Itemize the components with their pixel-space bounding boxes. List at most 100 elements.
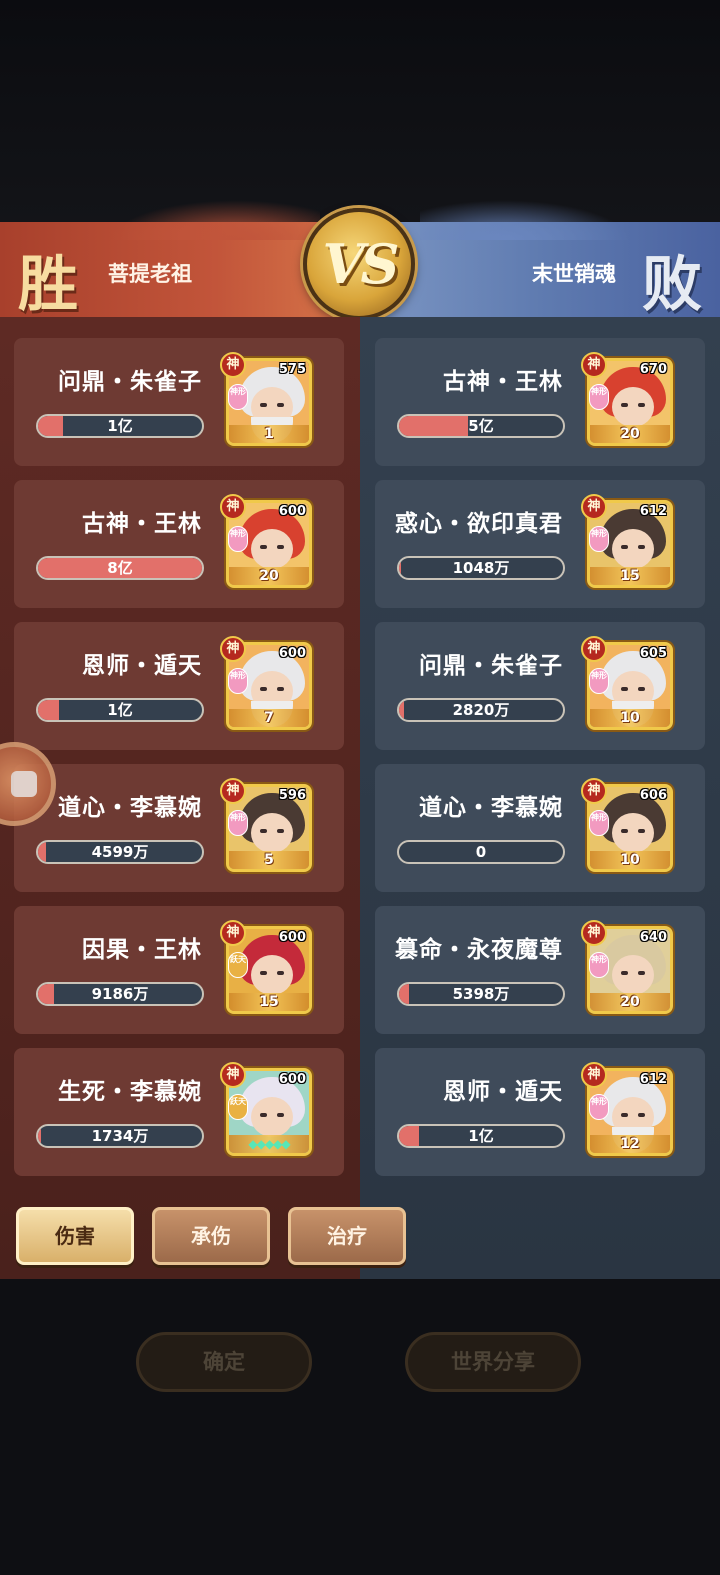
stat-value: 8亿	[107, 559, 133, 577]
god-badge-icon: 神	[220, 352, 246, 378]
hero-face	[251, 955, 293, 995]
hero-eye	[621, 403, 628, 407]
hero-star-rank: 5	[264, 852, 274, 868]
hero-name: 古神・王林	[443, 369, 563, 395]
form-badge: 跃天	[228, 1094, 248, 1120]
top-background	[0, 0, 720, 225]
hero-name: 道心・李慕婉	[58, 795, 202, 821]
hero-card[interactable]: 恩师・遁天 1亿 612 12 神 神形	[375, 1048, 705, 1176]
hero-card[interactable]: 问鼎・朱雀子 1亿 575 1 神 神形	[14, 338, 344, 466]
stat-bar: 4599万	[36, 840, 204, 864]
hero-star-rank: 15	[259, 994, 279, 1010]
god-badge-icon: 神	[581, 494, 607, 520]
hero-card[interactable]: 篡命・永夜魔尊 5398万 640 20 神 神形	[375, 906, 705, 1034]
form-badge: 神形	[589, 952, 609, 978]
god-badge-icon: 神	[581, 1062, 607, 1088]
stat-value: 5398万	[452, 985, 510, 1003]
form-badge: 神形	[228, 810, 248, 836]
result-banner: 胜 菩提老祖 末世销魂 败 VS	[0, 200, 720, 320]
hero-level: 600	[278, 504, 306, 519]
stat-bar: 1亿	[36, 698, 204, 722]
hero-name: 生死・李慕婉	[58, 1079, 202, 1105]
hero-eye	[277, 829, 284, 833]
stat-value: 1亿	[107, 417, 133, 435]
hero-card[interactable]: 惑心・欲印真君 1048万 612 15 神 神形	[375, 480, 705, 608]
hero-eye	[277, 1113, 284, 1117]
hero-name: 问鼎・朱雀子	[419, 653, 563, 679]
hero-star-rank: 1	[264, 426, 274, 442]
stat-value: 5亿	[468, 417, 494, 435]
hero-face	[612, 387, 654, 427]
god-badge-icon: 神	[220, 778, 246, 804]
hero-name: 道心・李慕婉	[419, 795, 563, 821]
hero-face	[251, 529, 293, 569]
hero-eye	[638, 545, 645, 549]
god-badge-icon: 神	[581, 352, 607, 378]
hero-card[interactable]: 生死・李慕婉 1734万 600 ◆◆◆◆◆ 神 跃天	[14, 1048, 344, 1176]
hero-face	[612, 813, 654, 853]
hero-eye	[621, 687, 628, 691]
hero-level: 596	[278, 788, 306, 803]
hero-star-rank: 10	[620, 710, 640, 726]
hero-eye	[277, 403, 284, 407]
hero-card[interactable]: 恩师・遁天 1亿 600 7 神 神形	[14, 622, 344, 750]
stat-bar: 8亿	[36, 556, 204, 580]
god-badge-icon: 神	[220, 494, 246, 520]
hero-face	[251, 813, 293, 853]
hero-eye	[621, 1113, 628, 1117]
hero-level: 605	[639, 646, 667, 661]
form-badge: 神形	[589, 384, 609, 410]
stat-bar: 2820万	[397, 698, 565, 722]
hero-eye	[277, 545, 284, 549]
hero-card[interactable]: 古神・王林 8亿 600 20 神 神形	[14, 480, 344, 608]
tab-damage[interactable]: 伤害	[16, 1207, 134, 1265]
stat-value: 1亿	[107, 701, 133, 719]
god-badge-icon: 神	[220, 636, 246, 662]
tab-healing[interactable]: 治疗	[288, 1207, 406, 1265]
form-badge: 神形	[228, 384, 248, 410]
hero-face	[251, 1097, 293, 1137]
hero-face	[612, 529, 654, 569]
god-badge-icon: 神	[581, 920, 607, 946]
stat-bar: 1亿	[36, 414, 204, 438]
hero-eye	[638, 403, 645, 407]
hero-eye	[260, 971, 267, 975]
win-label: 胜	[18, 250, 78, 320]
stat-bar: 5亿	[397, 414, 565, 438]
hero-eye	[621, 971, 628, 975]
hero-eye	[621, 545, 628, 549]
world-share-button[interactable]: 世界分享	[405, 1332, 581, 1392]
stat-bar: 1734万	[36, 1124, 204, 1148]
hero-name: 古神・王林	[82, 511, 202, 537]
form-badge: 神形	[589, 810, 609, 836]
vs-text: VS	[322, 232, 400, 296]
hero-card[interactable]: 古神・王林 5亿 670 20 神 神形	[375, 338, 705, 466]
right-player-name: 末世销魂	[532, 262, 616, 286]
stat-value: 2820万	[452, 701, 510, 719]
hero-star-rank: 20	[620, 994, 640, 1010]
hero-card[interactable]: 因果・王林 9186万 600 15 神 跃天	[14, 906, 344, 1034]
hero-card[interactable]: 问鼎・朱雀子 2820万 605 10 神 神形	[375, 622, 705, 750]
form-badge: 神形	[228, 526, 248, 552]
stat-bar: 9186万	[36, 982, 204, 1006]
confirm-button[interactable]: 确定	[136, 1332, 312, 1392]
hero-eye	[621, 829, 628, 833]
red-flame-decoration	[110, 200, 320, 240]
tab-damage-taken[interactable]: 承伤	[152, 1207, 270, 1265]
hero-level: 640	[639, 930, 667, 945]
stat-bar: 5398万	[397, 982, 565, 1006]
left-player-name: 菩提老祖	[108, 262, 192, 286]
hero-eye	[260, 403, 267, 407]
hero-card[interactable]: 道心・李慕婉 0 606 10 神 神形	[375, 764, 705, 892]
hero-eye	[638, 1113, 645, 1117]
hero-star-rank: 7	[264, 710, 274, 726]
hero-eye	[260, 1113, 267, 1117]
hero-level: 575	[278, 362, 306, 377]
blue-flame-decoration	[420, 200, 630, 240]
hero-eye	[638, 829, 645, 833]
hero-name: 恩师・遁天	[82, 653, 202, 679]
gamepad-icon	[11, 771, 37, 797]
god-badge-icon: 神	[581, 778, 607, 804]
form-badge: 神形	[228, 668, 248, 694]
hero-card[interactable]: 道心・李慕婉 4599万 596 5 神 神形	[14, 764, 344, 892]
